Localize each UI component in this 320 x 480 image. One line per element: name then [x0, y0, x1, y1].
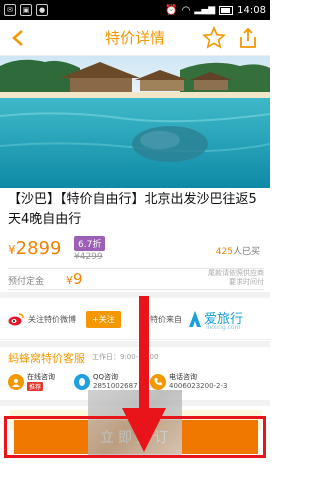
current-price: ¥2899 — [8, 238, 61, 259]
follow-row: 关注特价微博 +关注 特价来自 爱旅行 ilvxing.com — [0, 300, 270, 340]
phone-number: 4006023200-2-3 — [169, 382, 228, 390]
deposit-value: 9 — [73, 270, 83, 288]
deposit-label: 预付定金 — [8, 277, 45, 287]
price-currency: ¥ — [8, 243, 16, 257]
original-price: ¥4299 — [74, 252, 103, 262]
blur-overlay — [88, 390, 182, 456]
price-row: ¥2899 6.7折 ¥4299 425人已买 — [8, 236, 264, 266]
deposit-note: 尾款请依照供应商要求时间付 — [208, 269, 264, 286]
hero-image — [0, 56, 270, 188]
status-bar: ✉ ▣ ● ⏰ ◠ ▂▄▆ 14:08 — [0, 0, 270, 20]
aily-logo-icon — [189, 311, 201, 327]
status-time: 14:08 — [237, 4, 266, 16]
follow-weibo-text: 关注特价微博 — [28, 315, 76, 324]
weibo-icon — [8, 313, 24, 326]
wifi-icon: ◠ — [181, 4, 191, 16]
battery-icon — [219, 5, 234, 15]
service-hours: 工作日：9:00-19:00 — [92, 353, 159, 361]
phone-consult-label: 电话咨询 — [169, 373, 197, 381]
chat-icon — [8, 374, 24, 390]
online-consult-label: 在线咨询 — [27, 373, 55, 381]
divider — [0, 292, 270, 298]
chevron-left-icon — [12, 30, 23, 46]
aily-logo[interactable]: 爱旅行 ilvxing.com — [188, 308, 262, 334]
qq-icon — [74, 374, 90, 390]
sold-suffix: 人已买 — [232, 247, 260, 257]
source-label: 特价来自 — [150, 315, 182, 324]
discount-badge: 6.7折 — [74, 236, 106, 251]
app-icon: ● — [36, 4, 48, 16]
sold-number: 425 — [215, 247, 233, 257]
deposit-row: 预付定金 ¥9 尾款请依照供应商要求时间付 — [8, 268, 264, 290]
sold-count: 425人已买 — [216, 244, 260, 257]
deposit-currency: ¥ — [66, 274, 73, 287]
image-icon: ▣ — [20, 4, 32, 16]
deposit-amount: ¥9 — [66, 270, 83, 288]
recommend-badge: 推荐 — [27, 382, 44, 391]
page-title: 特价详情 — [104, 29, 165, 47]
divider — [0, 341, 270, 347]
follow-button[interactable]: +关注 — [86, 311, 121, 328]
star-icon — [202, 26, 226, 49]
notification-icon: ✉ — [4, 4, 16, 16]
alarm-icon: ⏰ — [165, 4, 178, 16]
source-domain: ilvxing.com — [206, 324, 241, 331]
nav-bar: 特价详情 — [0, 20, 270, 56]
back-button[interactable] — [6, 26, 30, 50]
signal-icon: ▂▄▆ — [194, 5, 216, 15]
favorite-button[interactable] — [202, 26, 226, 50]
qq-consult-label: QQ咨询 — [93, 373, 119, 381]
qq-number: 2851002687 — [93, 382, 138, 390]
share-icon — [240, 27, 256, 48]
phone-icon — [150, 374, 166, 390]
trip-title: 【沙巴】【特价自由行】北京出发沙巴往返5天4晚自由行 — [8, 192, 257, 227]
online-consult[interactable]: 在线咨询 推荐 — [8, 372, 78, 396]
price-amount: 2899 — [15, 238, 62, 259]
share-button[interactable] — [236, 26, 260, 50]
service-title: 蚂蜂窝特价客服 — [8, 352, 85, 365]
